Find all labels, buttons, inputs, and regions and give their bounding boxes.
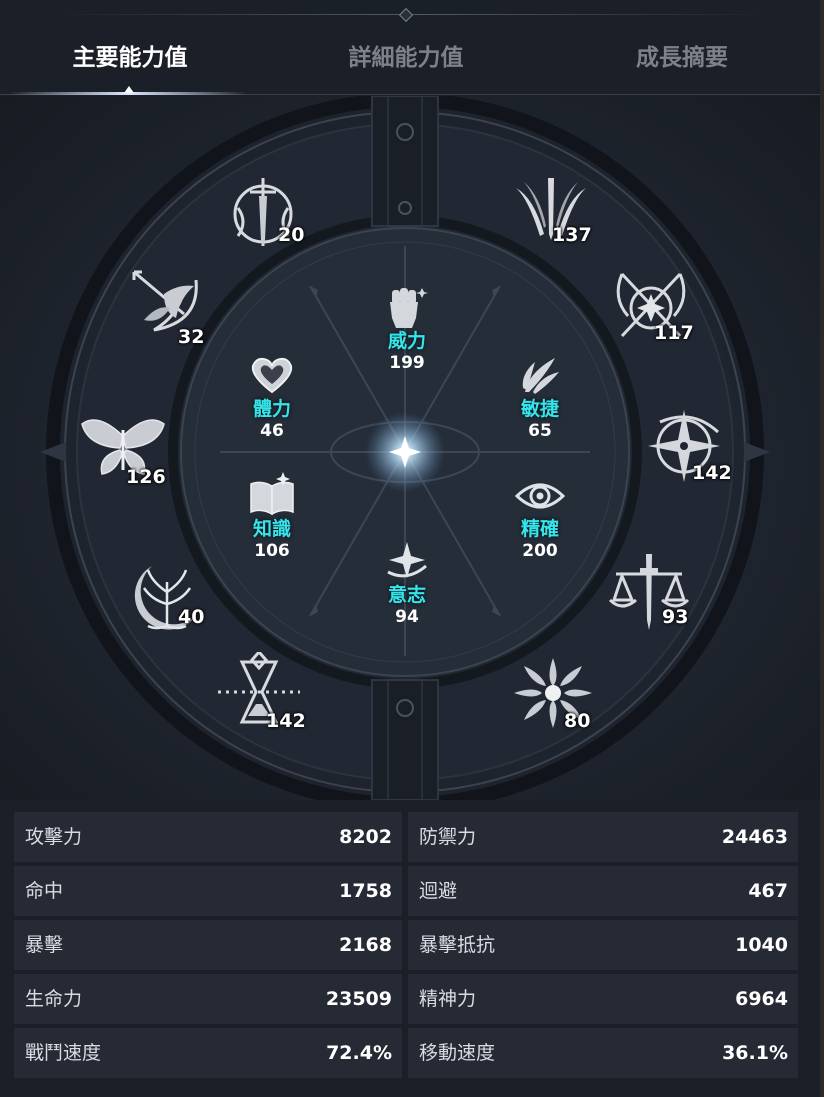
stat-wheel: 20 137 32 117 126 142 40 93 142 80 威力 19… bbox=[0, 96, 824, 800]
outer-stat-value: 126 bbox=[126, 466, 166, 488]
inner-stat-will[interactable]: 意志 94 bbox=[362, 538, 452, 628]
inner-stat-knowledge[interactable]: 知識 106 bbox=[227, 472, 317, 562]
outer-stat-crossed-scythes[interactable]: 117 bbox=[606, 264, 696, 354]
outer-stat-bird-arrow[interactable]: 32 bbox=[124, 264, 214, 354]
outer-stat-value: 93 bbox=[662, 606, 689, 628]
stat-label: 迴避 bbox=[419, 880, 458, 902]
sword-crest-icon bbox=[233, 178, 293, 246]
outer-stat-winged-blades[interactable]: 137 bbox=[506, 168, 596, 258]
stat-row-spirit: 精神力 6964 bbox=[408, 974, 798, 1024]
stat-label: 攻擊力 bbox=[25, 826, 83, 848]
tab-detailed-stats[interactable]: 詳細能力值 bbox=[296, 28, 516, 88]
stat-name: 體力 bbox=[252, 398, 291, 420]
stat-value: 72.4% bbox=[326, 1042, 392, 1064]
stat-value: 46 bbox=[260, 421, 284, 441]
outer-stat-hourglass[interactable]: 142 bbox=[214, 652, 306, 742]
stat-value: 200 bbox=[522, 541, 558, 561]
stat-name: 精確 bbox=[520, 518, 559, 540]
outer-stat-value: 117 bbox=[654, 322, 694, 344]
stat-value: 24463 bbox=[721, 826, 788, 848]
stat-name: 意志 bbox=[387, 584, 426, 606]
wind-feather-icon bbox=[522, 358, 559, 394]
tab-growth-summary[interactable]: 成長摘要 bbox=[572, 28, 792, 88]
stat-value: 23509 bbox=[325, 988, 392, 1010]
stat-row-defense: 防禦力 24463 bbox=[408, 812, 798, 862]
outer-stat-value: 142 bbox=[692, 462, 732, 484]
outer-stat-value: 20 bbox=[278, 224, 305, 246]
stat-row-critical: 暴擊 2168 bbox=[14, 920, 402, 970]
outer-stat-value: 137 bbox=[552, 224, 592, 246]
inner-stat-precision[interactable]: 精確 200 bbox=[495, 472, 585, 562]
fist-icon bbox=[390, 288, 428, 328]
stat-value: 8202 bbox=[339, 826, 392, 848]
outer-stat-value: 142 bbox=[266, 710, 306, 732]
stat-label: 防禦力 bbox=[419, 826, 477, 848]
stat-label: 生命力 bbox=[25, 988, 83, 1010]
outer-stat-scales-dagger[interactable]: 93 bbox=[604, 548, 694, 638]
stat-row-combat-speed: 戰鬥速度 72.4% bbox=[14, 1028, 402, 1078]
outer-stat-butterfly[interactable]: 126 bbox=[78, 406, 168, 496]
stat-value: 36.1% bbox=[722, 1042, 788, 1064]
outer-stat-star-compass[interactable]: 142 bbox=[642, 402, 732, 492]
eye-icon bbox=[515, 483, 565, 509]
stat-value: 106 bbox=[254, 541, 290, 561]
stat-name: 敏捷 bbox=[520, 398, 559, 420]
stat-label: 移動速度 bbox=[419, 1042, 496, 1064]
inner-stat-agility[interactable]: 敏捷 65 bbox=[495, 352, 585, 442]
stat-row-critical-resist: 暴擊抵抗 1040 bbox=[408, 920, 798, 970]
stat-row-move-speed: 移動速度 36.1% bbox=[408, 1028, 798, 1078]
stat-label: 暴擊抵抗 bbox=[419, 934, 496, 956]
stat-row-evasion: 迴避 467 bbox=[408, 866, 798, 916]
stat-value: 94 bbox=[395, 607, 419, 627]
inner-stat-stamina[interactable]: 體力 46 bbox=[227, 352, 317, 442]
top-ornament-icon bbox=[398, 7, 414, 23]
tab-bar: 主要能力值 詳細能力值 成長摘要 bbox=[0, 28, 824, 94]
stat-value: 6964 bbox=[735, 988, 788, 1010]
stat-row-accuracy: 命中 1758 bbox=[14, 866, 402, 916]
outer-stat-sword[interactable]: 20 bbox=[218, 172, 308, 262]
stat-value: 1040 bbox=[735, 934, 788, 956]
window-edge bbox=[820, 0, 824, 1097]
stat-value: 1758 bbox=[339, 880, 392, 902]
stat-value: 65 bbox=[528, 421, 552, 441]
stat-row-attack: 攻擊力 8202 bbox=[14, 812, 402, 862]
stat-label: 暴擊 bbox=[25, 934, 64, 956]
stat-value: 2168 bbox=[339, 934, 392, 956]
heart-icon bbox=[251, 357, 293, 394]
stat-label: 精神力 bbox=[419, 988, 477, 1010]
outer-stat-value: 80 bbox=[564, 710, 591, 732]
spark-orbit-icon bbox=[387, 542, 427, 578]
stat-value: 467 bbox=[748, 880, 788, 902]
outer-stat-radiant-sun[interactable]: 80 bbox=[508, 652, 598, 742]
outer-stat-value: 32 bbox=[178, 326, 205, 348]
tree-moon-icon bbox=[134, 566, 196, 630]
tab-main-stats[interactable]: 主要能力值 bbox=[20, 28, 240, 88]
stat-name: 知識 bbox=[252, 518, 291, 540]
stat-name: 威力 bbox=[387, 330, 426, 352]
stat-row-health: 生命力 23509 bbox=[14, 974, 402, 1024]
stat-label: 命中 bbox=[25, 880, 64, 902]
stat-value: 199 bbox=[389, 353, 425, 373]
active-tab-pointer-icon bbox=[124, 86, 134, 93]
inner-stat-power[interactable]: 威力 199 bbox=[362, 284, 452, 374]
outer-stat-value: 40 bbox=[178, 606, 205, 628]
outer-stat-tree-moon[interactable]: 40 bbox=[122, 552, 212, 642]
stat-label: 戰鬥速度 bbox=[25, 1042, 102, 1064]
open-book-icon bbox=[250, 472, 294, 516]
